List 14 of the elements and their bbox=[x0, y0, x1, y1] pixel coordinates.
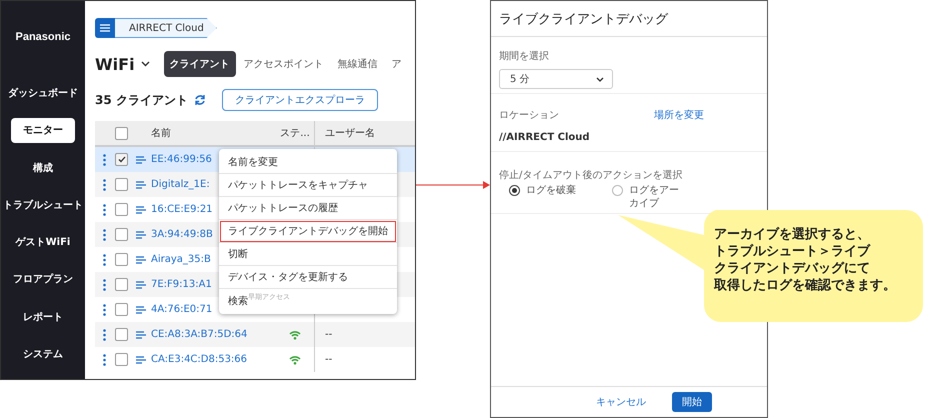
table-cell: -- bbox=[325, 354, 332, 365]
field-label: 停止/タイムアウト後のアクションを選択 bbox=[499, 168, 684, 182]
callout-text: 取得したログを確認できます。 bbox=[714, 277, 896, 295]
dialog-title: ライブクライアントデバッグ bbox=[491, 1, 767, 37]
field-label: ロケーション bbox=[499, 109, 559, 122]
callout-text: トラブルシュート＞ライブ bbox=[714, 243, 872, 260]
callout-text: クライアントデバッグにて bbox=[714, 260, 871, 278]
callout-text: アーカイブを選択すると、 bbox=[714, 226, 871, 244]
field-label: 期間を選択 bbox=[499, 50, 550, 63]
page-title: WiFi bbox=[95, 54, 135, 74]
brand-logo: Panasonic bbox=[15, 31, 71, 43]
client-count: 35 クライアント bbox=[95, 92, 188, 108]
table-cell: -- bbox=[325, 329, 332, 340]
location-value: //AIRRECT Cloud bbox=[499, 132, 591, 143]
